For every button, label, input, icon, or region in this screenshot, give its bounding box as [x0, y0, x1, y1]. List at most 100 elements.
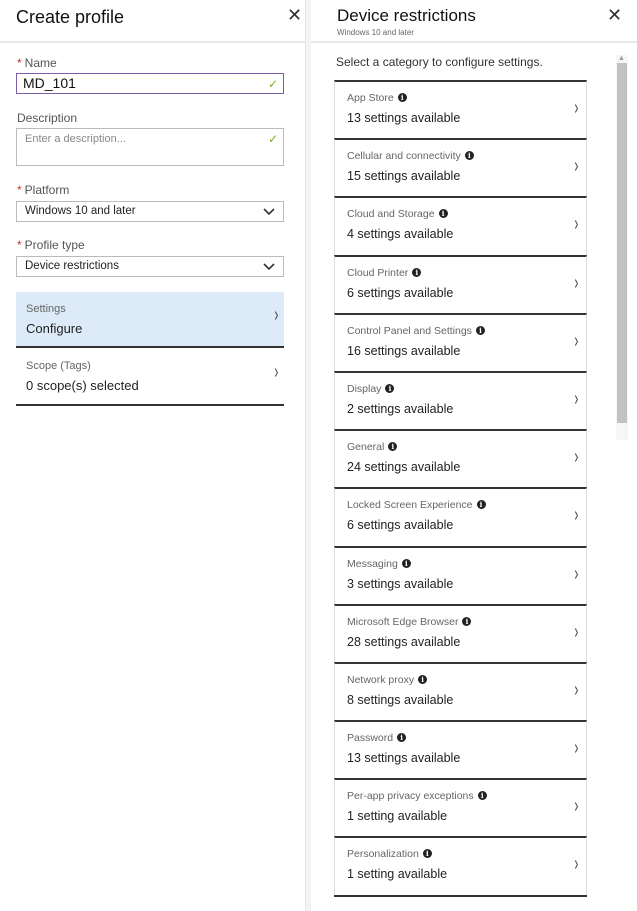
close-icon[interactable]: ✕	[607, 6, 622, 24]
category-name-text: Locked Screen Experience	[347, 499, 473, 512]
platform-label-text: Platform	[24, 183, 70, 197]
chevron-right-icon: ›	[574, 504, 579, 527]
category-list: App Store i 13 settings available › Cellular…	[334, 80, 587, 897]
settings-nav-item[interactable]: Settings Configure ›	[16, 292, 284, 348]
info-icon[interactable]: i	[475, 325, 485, 335]
category-name-text: Personalization	[347, 848, 419, 861]
category-name-text: Display	[347, 382, 382, 395]
category-name: Per-app privacy exceptions i	[347, 790, 487, 802]
chevron-right-icon: ›	[574, 97, 579, 119]
category-count: 28 settings available	[347, 634, 461, 649]
info-icon[interactable]: i	[476, 500, 486, 510]
category-item[interactable]: Cloud Printer i 6 settings available ›	[334, 254, 587, 313]
category-item[interactable]: Messaging i 3 settings available ›	[334, 545, 587, 604]
category-name-text: Cloud and Storage	[347, 208, 435, 221]
category-name: Microsoft Edge Browser i	[347, 615, 472, 628]
category-name-text: Cellular and connectivity	[347, 150, 461, 163]
category-name: Cloud Printer i	[347, 267, 422, 279]
chevron-right-icon: ›	[574, 737, 579, 760]
info-icon[interactable]: i	[397, 733, 407, 743]
checkmark-icon: ✓	[267, 77, 278, 91]
platform-value: Windows 10 and later	[25, 205, 136, 217]
info-icon[interactable]: i	[464, 151, 474, 161]
category-item[interactable]: Personalization i 1 setting available ›	[334, 836, 587, 895]
chevron-right-icon: ›	[574, 271, 579, 294]
info-icon[interactable]: i	[418, 674, 428, 684]
category-count: 6 settings available	[347, 518, 454, 533]
chevron-right-icon: ›	[574, 620, 579, 643]
category-item[interactable]: Microsoft Edge Browser i 28 settings avail…	[334, 603, 587, 662]
info-icon[interactable]: i	[397, 93, 407, 102]
info-icon[interactable]: i	[401, 558, 411, 568]
category-item[interactable]: Password i 13 settings available ›	[334, 720, 587, 779]
category-name-text: Network proxy	[347, 673, 415, 686]
category-name: App Store i	[347, 92, 407, 104]
category-count: 4 settings available	[347, 227, 454, 242]
category-item[interactable]: Network proxy i 8 settings available ›	[334, 661, 587, 721]
category-item[interactable]: General i 24 settings available ›	[334, 429, 587, 488]
required-mark: *	[17, 56, 22, 70]
category-name: Network proxy i	[347, 673, 428, 686]
scroll-up-arrow-icon[interactable]: ▲	[618, 55, 625, 62]
checkmark-icon: ✓	[267, 132, 278, 146]
scrollbar-thumb[interactable]	[617, 63, 627, 423]
info-icon[interactable]: i	[385, 383, 395, 393]
info-icon[interactable]: i	[412, 267, 422, 277]
chevron-right-icon: ›	[574, 213, 579, 236]
settings-label: Settings	[26, 303, 66, 315]
info-icon[interactable]: i	[438, 209, 448, 219]
description-placeholder: Enter a description...	[25, 133, 126, 145]
name-input[interactable]: MD_101 ✓	[16, 73, 284, 94]
close-icon[interactable]: ✕	[287, 6, 302, 24]
blade-title: Create profile	[16, 7, 125, 27]
scope-value: 0 scope(s) selected	[26, 378, 139, 393]
category-count: 8 settings available	[347, 692, 454, 707]
profile-type-value: Device restrictions	[25, 260, 119, 272]
info-icon[interactable]: i	[477, 791, 487, 801]
category-name-text: Per-app privacy exceptions	[347, 790, 474, 803]
category-item[interactable]: Cloud and Storage i 4 settings available ›	[334, 196, 587, 255]
info-icon[interactable]: i	[422, 849, 432, 859]
description-input[interactable]: Enter a description... ✓	[16, 128, 284, 166]
scope-tags-nav-item[interactable]: Scope (Tags) 0 scope(s) selected ›	[16, 350, 284, 406]
category-item[interactable]: Per-app privacy exceptions i 1 setting ava…	[334, 778, 587, 837]
description-label: Description	[17, 111, 78, 125]
chevron-right-icon: ›	[574, 387, 579, 410]
profile-type-select[interactable]: Device restrictions	[16, 256, 284, 277]
category-item[interactable]: Locked Screen Experience i 6 settings avai…	[334, 487, 587, 546]
category-count: 24 settings available	[347, 460, 461, 475]
category-count: 15 settings available	[347, 169, 461, 184]
chevron-right-icon: ›	[574, 155, 579, 178]
category-name-text: General	[347, 441, 385, 454]
chevron-right-icon: ›	[274, 304, 279, 326]
info-icon[interactable]: i	[462, 616, 472, 626]
device-restrictions-blade: Device restrictions Windows 10 and later…	[311, 0, 637, 911]
category-name: Control Panel and Settings i	[347, 325, 485, 337]
scrollbar[interactable]: ▲	[616, 55, 628, 440]
platform-label: * Platform	[17, 183, 69, 197]
platform-select[interactable]: Windows 10 and later	[16, 201, 284, 222]
category-name-text: Microsoft Edge Browser	[347, 615, 459, 628]
chevron-right-icon: ›	[574, 329, 579, 352]
chevron-down-icon	[263, 259, 275, 276]
chevron-right-icon: ›	[574, 795, 579, 818]
category-count: 3 settings available	[347, 576, 454, 591]
category-item[interactable]: App Store i 13 settings available ›	[334, 80, 587, 139]
required-mark: *	[17, 183, 22, 197]
list-end-divider	[334, 894, 587, 897]
name-input-value: MD_101	[23, 75, 76, 91]
name-label-text: Name	[24, 56, 57, 70]
chevron-down-icon	[263, 204, 275, 221]
category-item[interactable]: Cellular and connectivity i 15 settings av…	[334, 138, 587, 197]
info-icon[interactable]: i	[388, 442, 398, 452]
device-restrictions-header: Device restrictions Windows 10 and later…	[311, 0, 637, 43]
category-count: 13 settings available	[347, 751, 461, 766]
category-name: Cloud and Storage i	[347, 208, 448, 220]
settings-value: Configure	[26, 321, 83, 336]
category-item[interactable]: Display i 2 settings available ›	[334, 370, 587, 430]
category-name: General i	[347, 441, 398, 454]
required-mark: *	[17, 238, 22, 252]
category-item[interactable]: Control Panel and Settings i 16 settings a…	[334, 312, 587, 371]
profile-type-label-text: Profile type	[24, 238, 85, 252]
category-count: 1 setting available	[347, 867, 448, 882]
